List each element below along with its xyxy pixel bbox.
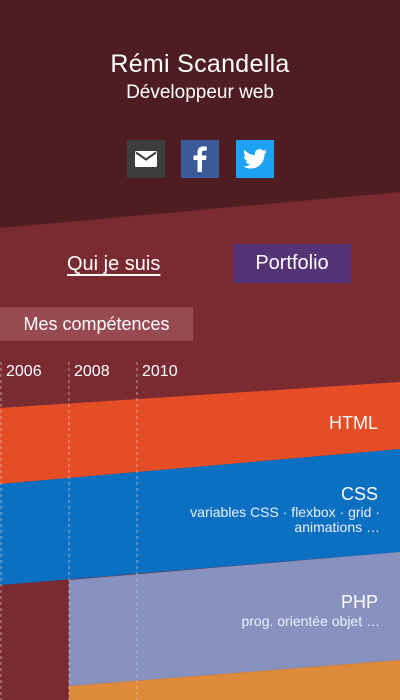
facebook-icon: [193, 146, 207, 172]
profile-name: Rémi Scandella: [110, 50, 290, 78]
twitter-button[interactable]: [236, 140, 274, 178]
skill-detail-css-1: variables CSS · flexbox · grid ·: [190, 504, 380, 520]
twitter-icon: [243, 149, 267, 169]
nav-portfolio-button[interactable]: Portfolio: [233, 244, 351, 283]
skill-detail-php: prog. orientée objet …: [241, 613, 380, 629]
mail-icon: [135, 151, 157, 167]
skill-detail-css-2: animations …: [294, 519, 380, 535]
nav-portfolio-label: Portfolio: [255, 252, 329, 274]
skill-name-html: HTML: [329, 413, 378, 433]
profile-title: Développeur web: [126, 82, 274, 103]
skills-section-title: Mes compétences: [0, 307, 193, 341]
email-button[interactable]: [127, 140, 165, 178]
skills-title-text: Mes compétences: [23, 313, 170, 334]
nav-about-link[interactable]: Qui je suis: [67, 253, 160, 276]
social-links: [0, 140, 400, 178]
year-label-2008: 2008: [74, 363, 110, 380]
skill-name-php: PHP: [340, 592, 378, 612]
year-label-2006: 2006: [6, 363, 42, 380]
skill-name-css: CSS: [340, 484, 378, 504]
facebook-button[interactable]: [181, 140, 219, 178]
year-label-2010: 2010: [142, 363, 178, 380]
